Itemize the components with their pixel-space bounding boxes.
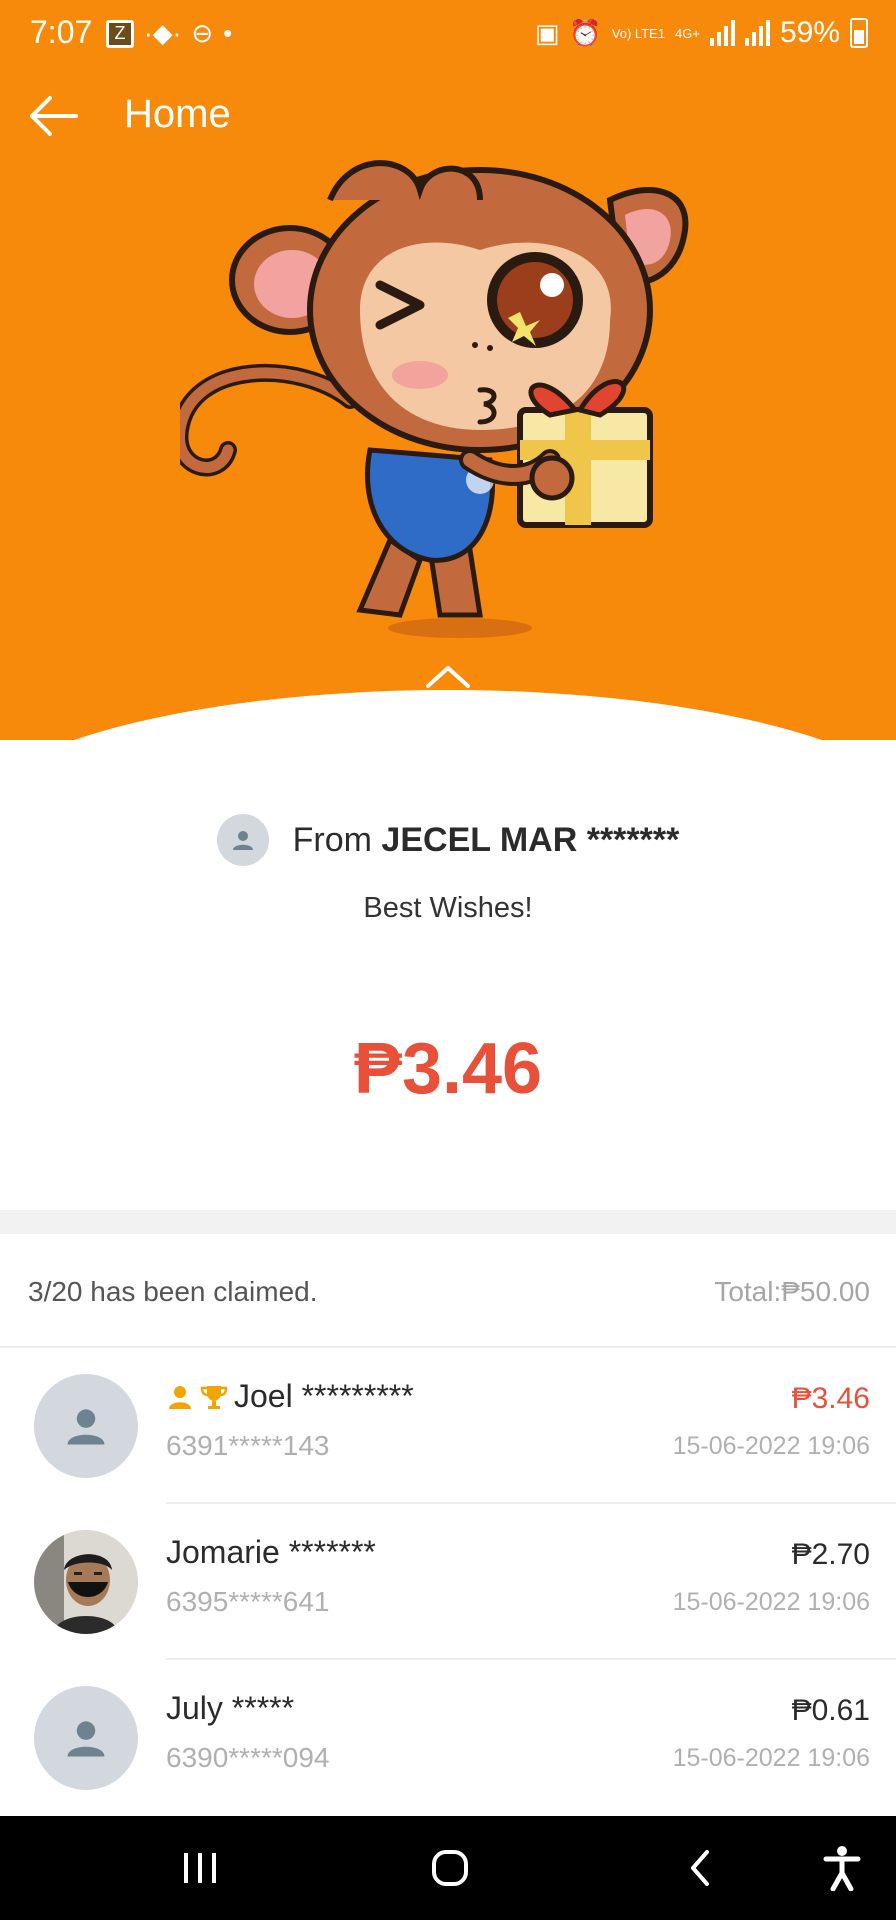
status-bar: 7:07 Z ·◆· ⊖ • ▣ ⏰ Vo) LTE1 4G+ 59%	[0, 0, 896, 66]
user-photo	[34, 1530, 138, 1634]
claim-time: 15-06-2022 19:06	[672, 1744, 870, 1772]
sender-row: From JECEL MAR *******	[0, 808, 896, 872]
claimer-phone: 6395*****641	[166, 1586, 330, 1617]
list-item[interactable]: Jomarie ******* 6395*****641 ₱2.70 15-06…	[0, 1504, 896, 1660]
hero-curve	[0, 690, 896, 740]
alarm-icon: ⏰	[569, 17, 602, 48]
sender-prefix: From	[292, 820, 372, 859]
lock-app-icon: ▣	[534, 17, 560, 48]
claim-time: 15-06-2022 19:06	[672, 1588, 870, 1616]
avatar-photo	[34, 1530, 138, 1634]
claimer-name: Joel *********	[234, 1378, 414, 1414]
recents-icon	[184, 1853, 216, 1883]
back-icon	[691, 1850, 709, 1886]
status-icons-right: ▣ ⏰ Vo) LTE1 4G+ 59%	[535, 16, 868, 50]
home-button[interactable]	[422, 1842, 478, 1894]
battery-percent: 59%	[779, 16, 840, 49]
person-icon	[67, 1409, 105, 1445]
status-time: 7:07	[30, 14, 93, 50]
sender-name: JECEL MAR *******	[381, 820, 680, 859]
page-title: Home	[124, 92, 231, 136]
claims-summary: 3/20 has been claimed. Total:₱50.00	[0, 1234, 896, 1348]
claimer-phone: 6391*****143	[166, 1430, 330, 1461]
monkey-gift-illustration	[180, 160, 689, 638]
claimer-name: Jomarie *******	[166, 1534, 376, 1570]
person-icon	[67, 1721, 105, 1757]
claim-amount: ₱3.46	[791, 1382, 870, 1415]
claimer-name-row: Joel *********	[166, 1378, 414, 1415]
location-icon: ·◆·	[144, 18, 182, 48]
status-icons-left: Z ·◆· ⊖ •	[106, 18, 232, 49]
app-bar: Home	[0, 80, 896, 152]
dot-icon: •	[223, 18, 233, 48]
claimer-name: July *****	[166, 1690, 295, 1726]
claim-amount: ₱2.70	[791, 1538, 870, 1571]
back-arrow-icon[interactable]	[26, 94, 80, 138]
network-label: 4G+	[675, 25, 700, 41]
volte-label: Vo) LTE1	[611, 25, 666, 41]
claimer-phone: 6390*****094	[166, 1742, 330, 1773]
dnd-icon: ⊖	[191, 18, 214, 48]
accessibility-icon	[823, 1846, 861, 1891]
system-nav-bar	[0, 1816, 896, 1920]
list-item[interactable]: July ***** 6390*****094 ₱0.61 15-06-2022…	[0, 1660, 896, 1816]
claimed-count: 3/20 has been claimed.	[28, 1276, 318, 1307]
recents-button[interactable]	[172, 1842, 228, 1894]
avatar	[34, 1374, 138, 1478]
battery-icon	[850, 18, 868, 48]
nav-back-button[interactable]	[672, 1842, 728, 1894]
received-amount: ₱3.46	[353, 1029, 543, 1109]
section-divider	[0, 1210, 896, 1234]
trophy-icon	[200, 1385, 228, 1409]
accessibility-button[interactable]	[814, 1842, 870, 1894]
sender-avatar	[216, 814, 269, 866]
home-icon	[432, 1850, 468, 1886]
hero-banner: 7:07 Z ·◆· ⊖ • ▣ ⏰ Vo) LTE1 4G+ 59% Home	[0, 0, 896, 740]
gift-message: Best Wishes!	[363, 892, 533, 924]
sender-label: From JECEL MAR *******	[293, 821, 680, 860]
carrier-badge-icon: Z	[106, 19, 134, 48]
signal-icon-1	[709, 20, 735, 46]
crown-icon	[169, 1385, 191, 1409]
signal-icon-2	[744, 20, 770, 46]
claim-amount: ₱0.61	[791, 1694, 870, 1727]
person-icon	[232, 831, 253, 850]
total-amount: Total:₱50.00	[714, 1276, 870, 1307]
avatar	[34, 1686, 138, 1790]
claim-time: 15-06-2022 19:06	[672, 1432, 870, 1460]
chevron-up-icon[interactable]	[424, 662, 472, 690]
list-item[interactable]: Joel ********* 6391*****143 ₱3.46 15-06-…	[0, 1348, 896, 1504]
